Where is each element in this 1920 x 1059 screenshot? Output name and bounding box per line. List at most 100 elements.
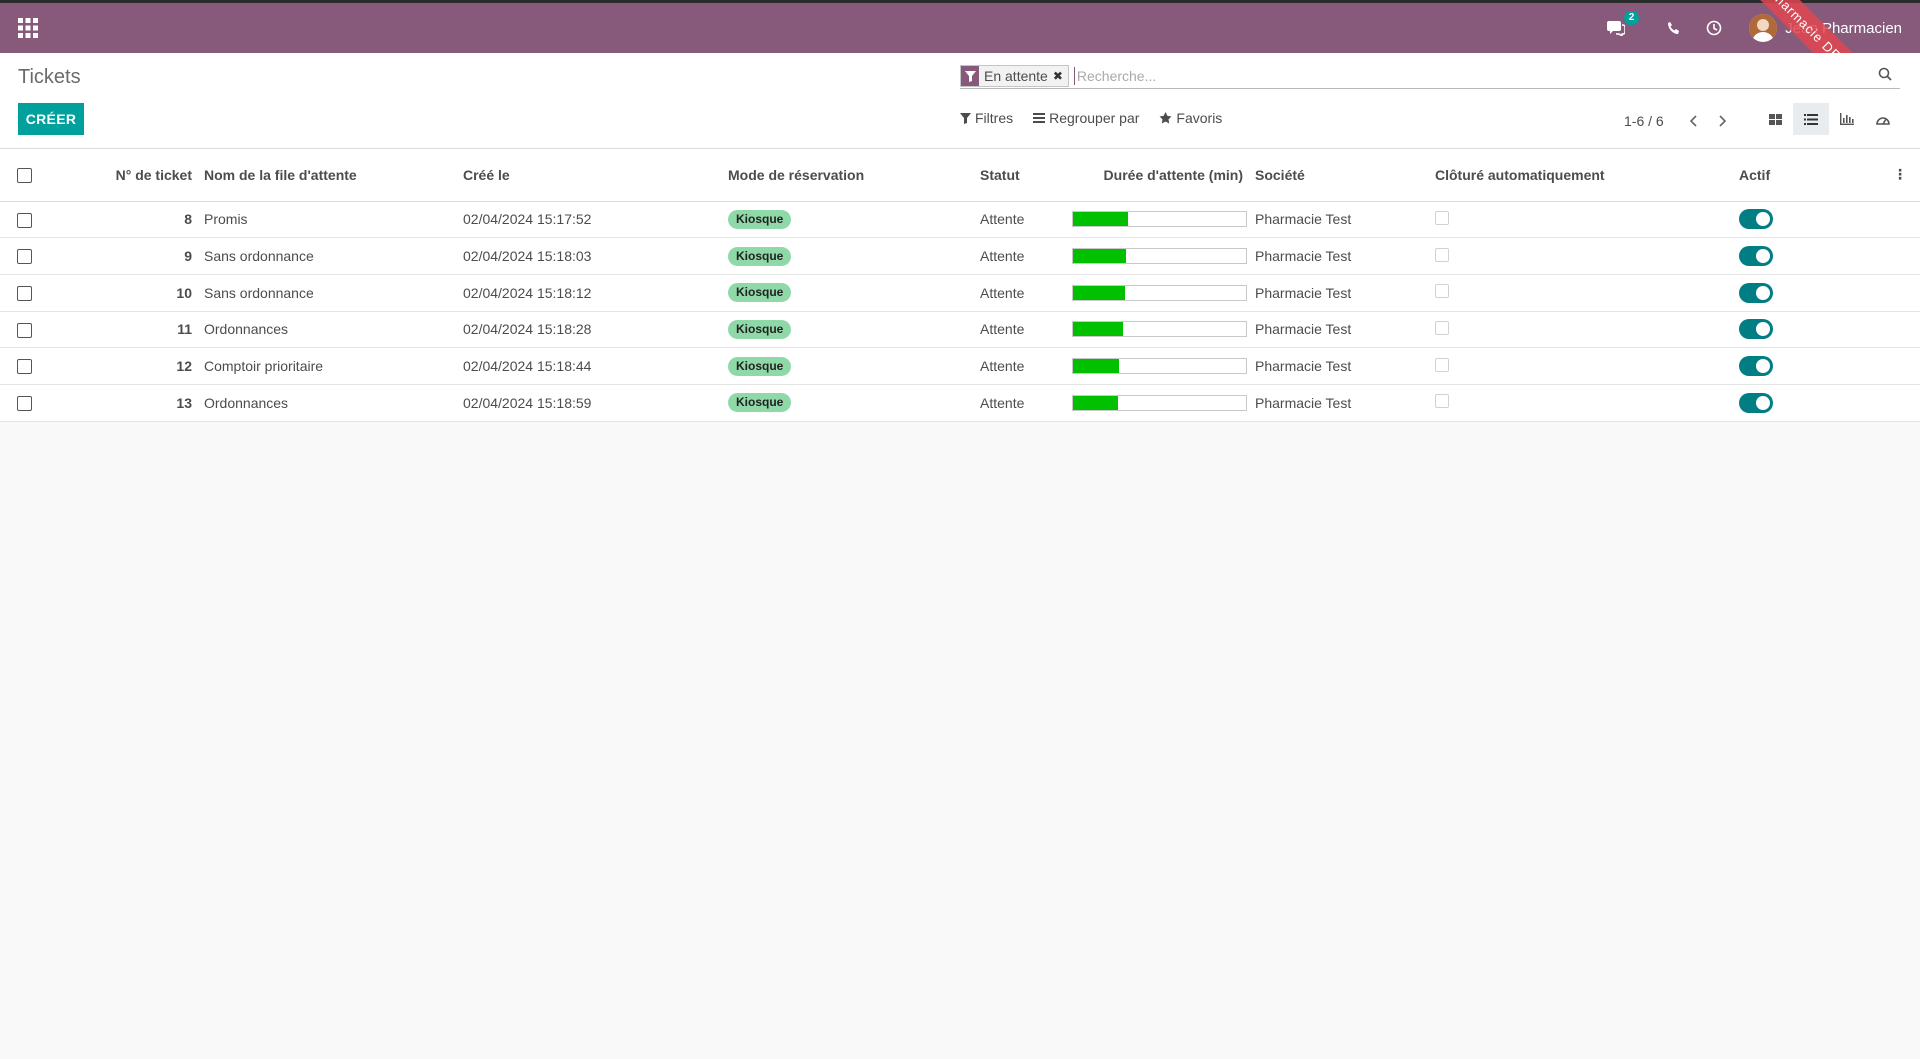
wait-progress-bar <box>1071 394 1247 411</box>
ticket-number: 13 <box>48 384 200 422</box>
row-checkbox[interactable] <box>16 359 32 375</box>
apps-grid-icon[interactable] <box>18 18 38 38</box>
header-company[interactable]: Société <box>1251 149 1431 202</box>
wait-progress-fill <box>1072 359 1120 374</box>
active-cell <box>1735 384 1880 422</box>
company-name: Pharmacie Test <box>1251 274 1431 312</box>
group-by-button[interactable]: Regrouper par <box>1033 110 1139 126</box>
company-name: Pharmacie Test <box>1251 384 1431 422</box>
search-bar: En attente ✖ <box>960 64 1900 89</box>
chevron-left-icon[interactable] <box>1682 110 1704 132</box>
mode-cell: Kiosque <box>724 274 976 312</box>
queue-name: Sans ordonnance <box>200 274 459 312</box>
chevron-right-icon[interactable] <box>1712 110 1734 132</box>
row-checkbox[interactable] <box>16 212 32 228</box>
active-toggle[interactable] <box>1739 319 1773 340</box>
status-wait-cell: Attente <box>976 274 1251 312</box>
phone-icon[interactable] <box>1663 17 1685 39</box>
autoclose-checkbox <box>1435 210 1449 225</box>
table-row[interactable]: 13 Ordonnances 02/04/2024 15:18:59 Kiosq… <box>0 384 1920 422</box>
row-checkbox[interactable] <box>16 249 32 265</box>
create-button[interactable]: CRÉER <box>18 103 84 135</box>
ticket-number: 12 <box>48 347 200 385</box>
header-queue[interactable]: Nom de la file d'attente <box>200 149 459 202</box>
favorites-button[interactable]: Favoris <box>1159 110 1222 126</box>
active-cell <box>1735 274 1880 312</box>
select-all-cell <box>0 149 48 202</box>
clock-icon[interactable] <box>1703 17 1725 39</box>
autoclose-checkbox <box>1435 320 1449 335</box>
active-toggle[interactable] <box>1739 392 1773 413</box>
header-autoclose[interactable]: Clôturé automatiquement <box>1431 149 1735 202</box>
user-name[interactable]: Jean Pharmacien <box>1785 20 1902 37</box>
table-row[interactable]: 9 Sans ordonnance 02/04/2024 15:18:03 Ki… <box>0 237 1920 275</box>
search-facet: En attente ✖ <box>960 65 1069 87</box>
filter-icon <box>960 112 971 124</box>
favorites-label: Favoris <box>1176 110 1223 126</box>
kanban-view-icon[interactable] <box>1757 103 1793 135</box>
wait-progress-fill <box>1072 249 1127 264</box>
active-cell <box>1735 347 1880 385</box>
mode-tag: Kiosque <box>728 246 792 266</box>
filters-button[interactable]: Filtres <box>960 110 1013 126</box>
active-toggle[interactable] <box>1739 209 1773 230</box>
row-end-cell <box>1880 237 1920 275</box>
facet-close-icon[interactable]: ✖ <box>1053 69 1068 83</box>
row-end-cell <box>1880 311 1920 349</box>
row-select-cell <box>0 347 48 385</box>
dashboard-view-icon[interactable] <box>1865 103 1901 135</box>
active-toggle[interactable] <box>1739 356 1773 377</box>
row-end-cell <box>1880 384 1920 422</box>
select-all-checkbox[interactable] <box>16 168 32 184</box>
chat-icon[interactable]: 2 <box>1605 11 1640 39</box>
page-title: Tickets <box>18 66 81 88</box>
queue-name: Comptoir prioritaire <box>200 347 459 385</box>
list-view: N° de ticket Nom de la file d'attente Cr… <box>0 149 1920 422</box>
header-active[interactable]: Actif <box>1735 149 1880 202</box>
mode-cell: Kiosque <box>724 201 976 239</box>
autoclose-cell <box>1431 237 1735 275</box>
row-checkbox[interactable] <box>16 286 32 302</box>
created-date: 02/04/2024 15:18:28 <box>459 311 724 349</box>
active-cell <box>1735 201 1880 239</box>
ticket-number: 10 <box>48 274 200 312</box>
queue-name: Promis <box>200 201 459 239</box>
header-mode[interactable]: Mode de réservation <box>724 149 976 202</box>
autoclose-cell <box>1431 347 1735 385</box>
mode-tag: Kiosque <box>728 393 792 413</box>
header-status[interactable]: Statut <box>980 167 1020 183</box>
header-created[interactable]: Créé le <box>459 149 724 202</box>
company-name: Pharmacie Test <box>1251 347 1431 385</box>
company-name: Pharmacie Test <box>1251 311 1431 349</box>
ticket-number: 8 <box>48 201 200 239</box>
ticket-number: 9 <box>48 237 200 275</box>
created-date: 02/04/2024 15:18:03 <box>459 237 724 275</box>
queue-name: Ordonnances <box>200 384 459 422</box>
active-toggle[interactable] <box>1739 282 1773 303</box>
active-cell <box>1735 311 1880 349</box>
list-view-icon[interactable] <box>1793 103 1829 135</box>
row-checkbox[interactable] <box>16 322 32 338</box>
optional-columns-icon[interactable]: ⋮ <box>1880 149 1920 202</box>
company-name: Pharmacie Test <box>1251 237 1431 275</box>
autoclose-checkbox <box>1435 394 1449 409</box>
autoclose-cell <box>1431 384 1735 422</box>
avatar[interactable] <box>1749 14 1778 42</box>
autoclose-checkbox <box>1435 357 1449 372</box>
table-row[interactable]: 10 Sans ordonnance 02/04/2024 15:18:12 K… <box>0 274 1920 312</box>
search-icon[interactable] <box>1878 67 1892 85</box>
graph-view-icon[interactable] <box>1829 103 1865 135</box>
status-wait-cell: Attente <box>976 201 1251 239</box>
row-checkbox[interactable] <box>16 396 32 412</box>
header-ticket[interactable]: N° de ticket <box>48 149 200 202</box>
table-row[interactable]: 8 Promis 02/04/2024 15:17:52 Kiosque Att… <box>0 201 1920 239</box>
pager-value[interactable]: 1-6 / 6 <box>1624 113 1664 129</box>
table-row[interactable]: 12 Comptoir prioritaire 02/04/2024 15:18… <box>0 347 1920 385</box>
header-wait[interactable]: Durée d'attente (min) <box>1104 167 1243 183</box>
created-date: 02/04/2024 15:17:52 <box>459 201 724 239</box>
search-input[interactable] <box>1073 67 1900 85</box>
ticket-number: 11 <box>48 311 200 349</box>
status-wait-cell: Attente <box>976 311 1251 349</box>
active-toggle[interactable] <box>1739 246 1773 267</box>
table-row[interactable]: 11 Ordonnances 02/04/2024 15:18:28 Kiosq… <box>0 311 1920 349</box>
